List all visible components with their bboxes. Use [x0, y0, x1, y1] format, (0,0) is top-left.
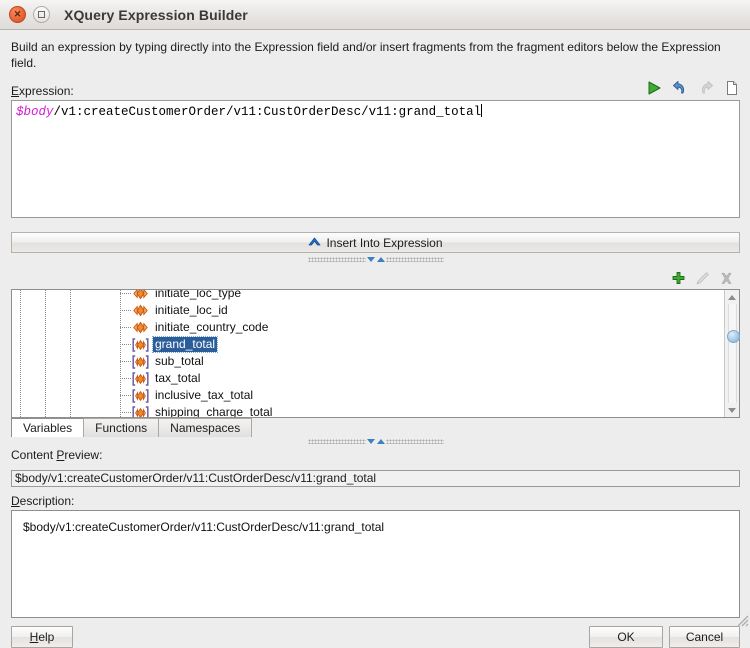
repeating-element-icon [132, 371, 149, 386]
tree-node-label: inclusive_tax_total [155, 388, 254, 402]
tab-variables-label: Variables [23, 421, 73, 435]
element-icon [132, 303, 149, 318]
tree-connector [120, 310, 131, 311]
splitter-dots-right [385, 257, 444, 262]
variables-tree[interactable]: initiate_loc_type initiate_loc_id initia… [12, 290, 724, 417]
dialog-body: Build an expression by typing directly i… [0, 30, 750, 648]
tree-node[interactable]: sub_total [12, 353, 724, 370]
tree-connector [120, 412, 131, 413]
expression-input[interactable]: $body/v1:createCustomerOrder/v11:CustOrd… [11, 100, 740, 218]
splitter-collapse-down-icon[interactable] [366, 439, 375, 444]
scrollbar-thumb[interactable] [726, 329, 740, 343]
tree-node-label: grand_total [151, 336, 219, 353]
splitter-dots-right [385, 439, 444, 444]
splitter-dots-left [307, 257, 366, 262]
expression-variable-token: $body [16, 105, 54, 119]
tree-node[interactable]: initiate_loc_type [12, 290, 724, 302]
add-icon[interactable] [670, 271, 686, 287]
tree-connector [120, 327, 131, 328]
insert-into-expression-button[interactable]: Insert Into Expression [11, 232, 740, 253]
tree-connector [120, 395, 131, 396]
tree-node-label: tax_total [155, 371, 201, 385]
delete-icon[interactable] [718, 271, 734, 287]
tree-node-label: shipping_charge_total [155, 405, 273, 417]
ok-button[interactable]: OK [589, 626, 663, 648]
window-titlebar: ✕ XQuery Expression Builder [0, 0, 750, 30]
cancel-button[interactable]: Cancel [669, 626, 740, 648]
run-expression-icon[interactable] [644, 78, 664, 98]
description-label: Description: [11, 494, 75, 508]
undo-icon[interactable] [670, 78, 690, 98]
scrollbar-track[interactable] [726, 304, 740, 403]
element-icon [132, 290, 149, 301]
scroll-up-icon[interactable] [725, 290, 740, 304]
tree-node-label: initiate_country_code [155, 320, 269, 334]
expression-label: Expression: [11, 84, 74, 98]
repeating-element-icon [132, 354, 149, 369]
insert-into-expression-label: Insert Into Expression [326, 235, 443, 250]
tree-node[interactable]: shipping_charge_total [12, 404, 724, 417]
fragment-toolbar [11, 268, 740, 289]
window-title: XQuery Expression Builder [64, 6, 248, 23]
tree-connector [120, 293, 131, 294]
tree-node[interactable]: tax_total [12, 370, 724, 387]
ok-button-label: OK [617, 630, 635, 644]
cancel-button-label: Cancel [685, 630, 724, 644]
help-button[interactable]: Help [11, 626, 73, 648]
content-preview-label: Content Preview: [11, 448, 103, 462]
expression-path-text: /v1:createCustomerOrder/v11:CustOrderDes… [53, 105, 482, 119]
repeating-element-icon [132, 405, 149, 417]
tab-namespaces-label: Namespaces [170, 421, 241, 435]
tree-node-label: initiate_loc_id [155, 303, 228, 317]
tab-namespaces[interactable]: Namespaces [158, 418, 253, 437]
tab-functions[interactable]: Functions [83, 418, 160, 437]
redo-icon [696, 78, 716, 98]
tree-connector [120, 378, 131, 379]
new-document-icon[interactable] [722, 78, 742, 98]
edit-pencil-icon [694, 271, 710, 287]
splitter-bottom[interactable] [11, 437, 740, 446]
description-field[interactable]: $body/v1:createCustomerOrder/v11:CustOrd… [11, 510, 740, 618]
fragment-editor-tabs: Variables Functions Namespaces [11, 418, 740, 437]
splitter-top[interactable] [11, 255, 740, 264]
tree-node-label: sub_total [155, 354, 204, 368]
splitter-collapse-up-icon[interactable] [376, 439, 385, 444]
tree-connector [120, 344, 131, 345]
tree-node[interactable]: inclusive_tax_total [12, 387, 724, 404]
variables-tree-panel: initiate_loc_type initiate_loc_id initia… [11, 289, 740, 418]
splitter-collapse-up-icon[interactable] [376, 257, 385, 262]
element-icon [132, 320, 149, 335]
tree-node-selected[interactable]: grand_total [12, 336, 724, 353]
scroll-down-icon[interactable] [725, 403, 740, 417]
resize-grip[interactable] [735, 613, 749, 627]
intro-text: Build an expression by typing directly i… [11, 40, 721, 70]
splitter-collapse-down-icon[interactable] [366, 257, 375, 262]
tree-node[interactable]: initiate_loc_id [12, 302, 724, 319]
tab-variables[interactable]: Variables [11, 418, 85, 437]
repeating-element-icon [132, 388, 149, 403]
tree-node[interactable]: initiate_country_code [12, 319, 724, 336]
close-icon[interactable]: ✕ [9, 6, 26, 23]
tree-connector [120, 361, 131, 362]
tree-vertical-scrollbar[interactable] [724, 290, 740, 417]
content-preview-field: $body/v1:createCustomerOrder/v11:CustOrd… [11, 470, 740, 487]
expression-toolbar [644, 78, 742, 98]
maximize-icon[interactable] [33, 6, 50, 23]
text-caret [481, 104, 483, 117]
tab-functions-label: Functions [95, 421, 148, 435]
chevron-up-icon [308, 236, 321, 250]
tree-node-label: initiate_loc_type [155, 290, 242, 300]
splitter-dots-left [307, 439, 366, 444]
repeating-element-icon [132, 337, 149, 352]
